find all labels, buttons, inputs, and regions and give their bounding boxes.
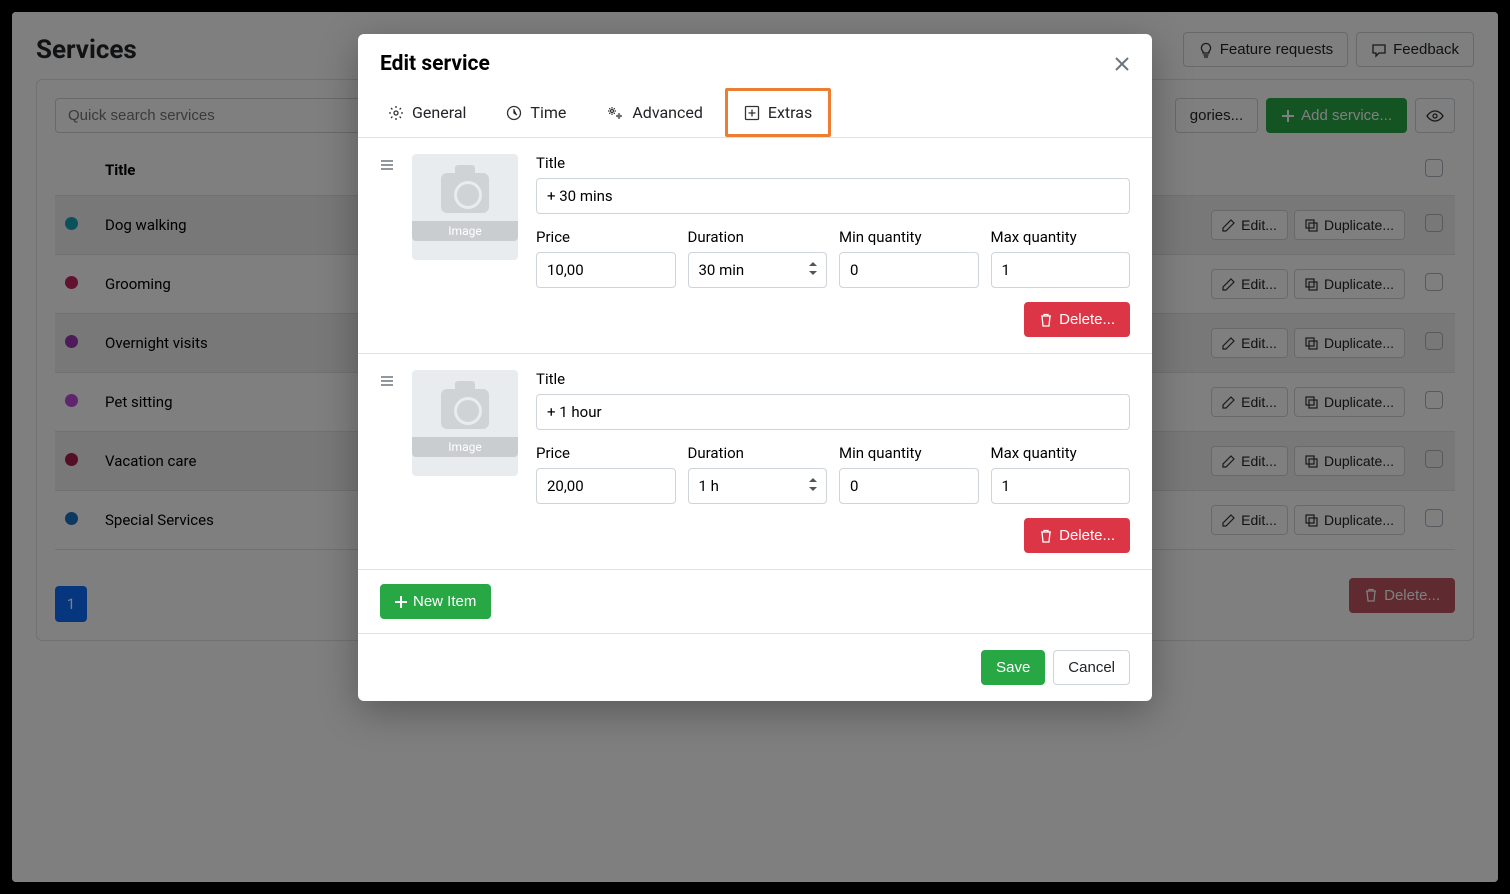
clock-icon (506, 105, 522, 121)
gears-icon (606, 105, 624, 121)
min-qty-label: Min quantity (839, 444, 979, 462)
max-qty-input[interactable] (991, 468, 1131, 504)
min-qty-input[interactable] (839, 252, 979, 288)
trash-icon (1039, 313, 1053, 327)
trash-icon (1039, 529, 1053, 543)
tab-extras[interactable]: Extras (725, 88, 831, 137)
camera-icon (441, 389, 489, 429)
price-label: Price (536, 444, 676, 462)
drag-handle[interactable] (380, 154, 394, 337)
extra-title-input[interactable] (536, 394, 1130, 430)
image-upload[interactable]: Image (412, 370, 518, 476)
duration-label: Duration (688, 444, 828, 462)
drag-icon (380, 158, 394, 172)
save-button[interactable]: Save (981, 650, 1045, 685)
tab-advanced[interactable]: Advanced (588, 88, 721, 137)
tab-general[interactable]: General (370, 88, 484, 137)
max-qty-label: Max quantity (991, 444, 1131, 462)
image-upload[interactable]: Image (412, 154, 518, 260)
drag-handle[interactable] (380, 370, 394, 553)
extra-item: Image Title Price Duration Min quantity (358, 138, 1152, 354)
extra-title-input[interactable] (536, 178, 1130, 214)
new-item-button[interactable]: New Item (380, 584, 491, 619)
title-label: Title (536, 370, 1130, 388)
close-button[interactable] (1114, 56, 1130, 72)
title-label: Title (536, 154, 1130, 172)
max-qty-label: Max quantity (991, 228, 1131, 246)
min-qty-input[interactable] (839, 468, 979, 504)
price-label: Price (536, 228, 676, 246)
camera-icon (441, 173, 489, 213)
price-input[interactable] (536, 252, 676, 288)
tab-time[interactable]: Time (488, 88, 584, 137)
modal-tabs: General Time Advanced Extras (358, 88, 1152, 138)
price-input[interactable] (536, 468, 676, 504)
duration-select[interactable] (688, 252, 828, 288)
gear-icon (388, 105, 404, 121)
max-qty-input[interactable] (991, 252, 1131, 288)
modal-title: Edit service (380, 52, 490, 76)
cancel-button[interactable]: Cancel (1053, 650, 1130, 685)
extra-item: Image Title Price Duration Min quantity (358, 354, 1152, 570)
min-qty-label: Min quantity (839, 228, 979, 246)
plus-icon (395, 596, 407, 608)
delete-extra-button[interactable]: Delete... (1024, 302, 1130, 337)
drag-icon (380, 374, 394, 388)
duration-label: Duration (688, 228, 828, 246)
delete-extra-button[interactable]: Delete... (1024, 518, 1130, 553)
plus-square-icon (744, 105, 760, 121)
close-icon (1114, 56, 1130, 72)
edit-service-modal: Edit service General Time Advanced Extra… (358, 34, 1152, 701)
duration-select[interactable] (688, 468, 828, 504)
